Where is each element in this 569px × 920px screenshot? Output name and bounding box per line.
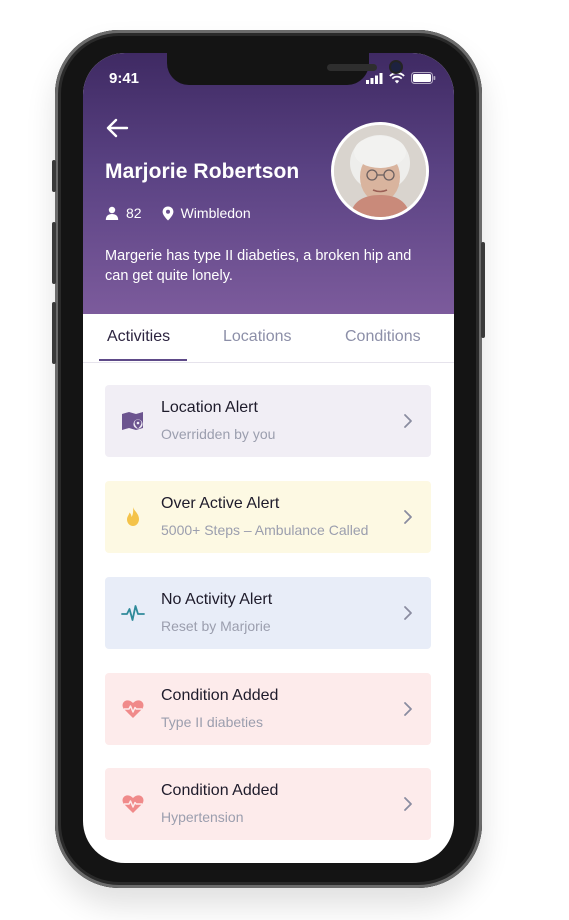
tab-bar: Activities Locations Conditions	[83, 314, 454, 363]
heart-pulse-icon	[122, 795, 144, 813]
location-value: Wimbledon	[180, 205, 251, 221]
wifi-icon	[389, 72, 405, 84]
tab-locations[interactable]: Locations	[223, 328, 292, 346]
pulse-icon	[121, 605, 145, 621]
avatar	[331, 122, 429, 220]
status-icons	[366, 72, 436, 84]
location-info: Wimbledon	[162, 205, 251, 221]
activity-card-location-alert[interactable]: Location Alert Overridden by you	[105, 385, 431, 457]
avatar-portrait	[334, 125, 426, 217]
activity-title: Over Active Alert	[161, 495, 280, 512]
profile-name: Marjorie Robertson	[105, 160, 300, 183]
tab-conditions[interactable]: Conditions	[345, 328, 421, 346]
tab-activities[interactable]: Activities	[107, 328, 170, 346]
app-screen: 9:41 Marjorie Robertson 82 Wimbledon Mar…	[83, 53, 454, 863]
heart-pulse-icon	[122, 700, 144, 718]
chevron-right-icon	[404, 510, 412, 524]
power-button	[481, 242, 485, 338]
profile-meta: 82 Wimbledon	[105, 205, 271, 221]
activity-subtitle: Type II diabeties	[161, 714, 263, 730]
map-pin-icon	[122, 412, 143, 430]
activity-card-no-activity-alert[interactable]: No Activity Alert Reset by Marjorie	[105, 577, 431, 649]
age-value: 82	[126, 205, 142, 221]
activity-subtitle: Hypertension	[161, 809, 244, 825]
flame-icon	[127, 507, 139, 526]
activity-title: Location Alert	[161, 399, 258, 416]
back-arrow-icon[interactable]	[105, 117, 131, 139]
volume-down-button	[52, 302, 56, 364]
activity-subtitle: 5000+ Steps – Ambulance Called	[161, 522, 369, 538]
camera-dot	[391, 62, 401, 72]
profile-description: Margerie has type II diabeties, a broken…	[105, 248, 412, 284]
battery-icon	[411, 72, 436, 84]
activity-title: No Activity Alert	[161, 591, 273, 608]
activity-subtitle: Reset by Marjorie	[161, 618, 271, 634]
signal-icon	[366, 72, 383, 84]
active-tab-indicator	[99, 359, 187, 361]
activity-title: Condition Added	[161, 782, 279, 799]
chevron-right-icon	[404, 702, 412, 716]
activity-card-over-active-alert[interactable]: Over Active Alert 5000+ Steps – Ambulanc…	[105, 481, 431, 553]
volume-up-button	[52, 222, 56, 284]
chevron-right-icon	[404, 606, 412, 620]
activity-title: Condition Added	[161, 687, 279, 704]
chevron-right-icon	[404, 414, 412, 428]
profile-header: 9:41 Marjorie Robertson 82 Wimbledon Mar…	[83, 53, 454, 314]
activity-subtitle: Overridden by you	[161, 426, 276, 442]
chevron-right-icon	[404, 797, 412, 811]
activity-card-condition-added[interactable]: Condition Added Hypertension	[105, 768, 431, 840]
speaker-grille	[327, 64, 377, 71]
person-icon	[105, 206, 119, 220]
device-notch	[167, 53, 401, 85]
location-pin-icon	[162, 206, 173, 220]
status-time: 9:41	[109, 70, 140, 87]
age-info: 82	[105, 205, 142, 221]
mute-switch	[52, 160, 56, 192]
activity-card-condition-added[interactable]: Condition Added Type II diabeties	[105, 673, 431, 745]
